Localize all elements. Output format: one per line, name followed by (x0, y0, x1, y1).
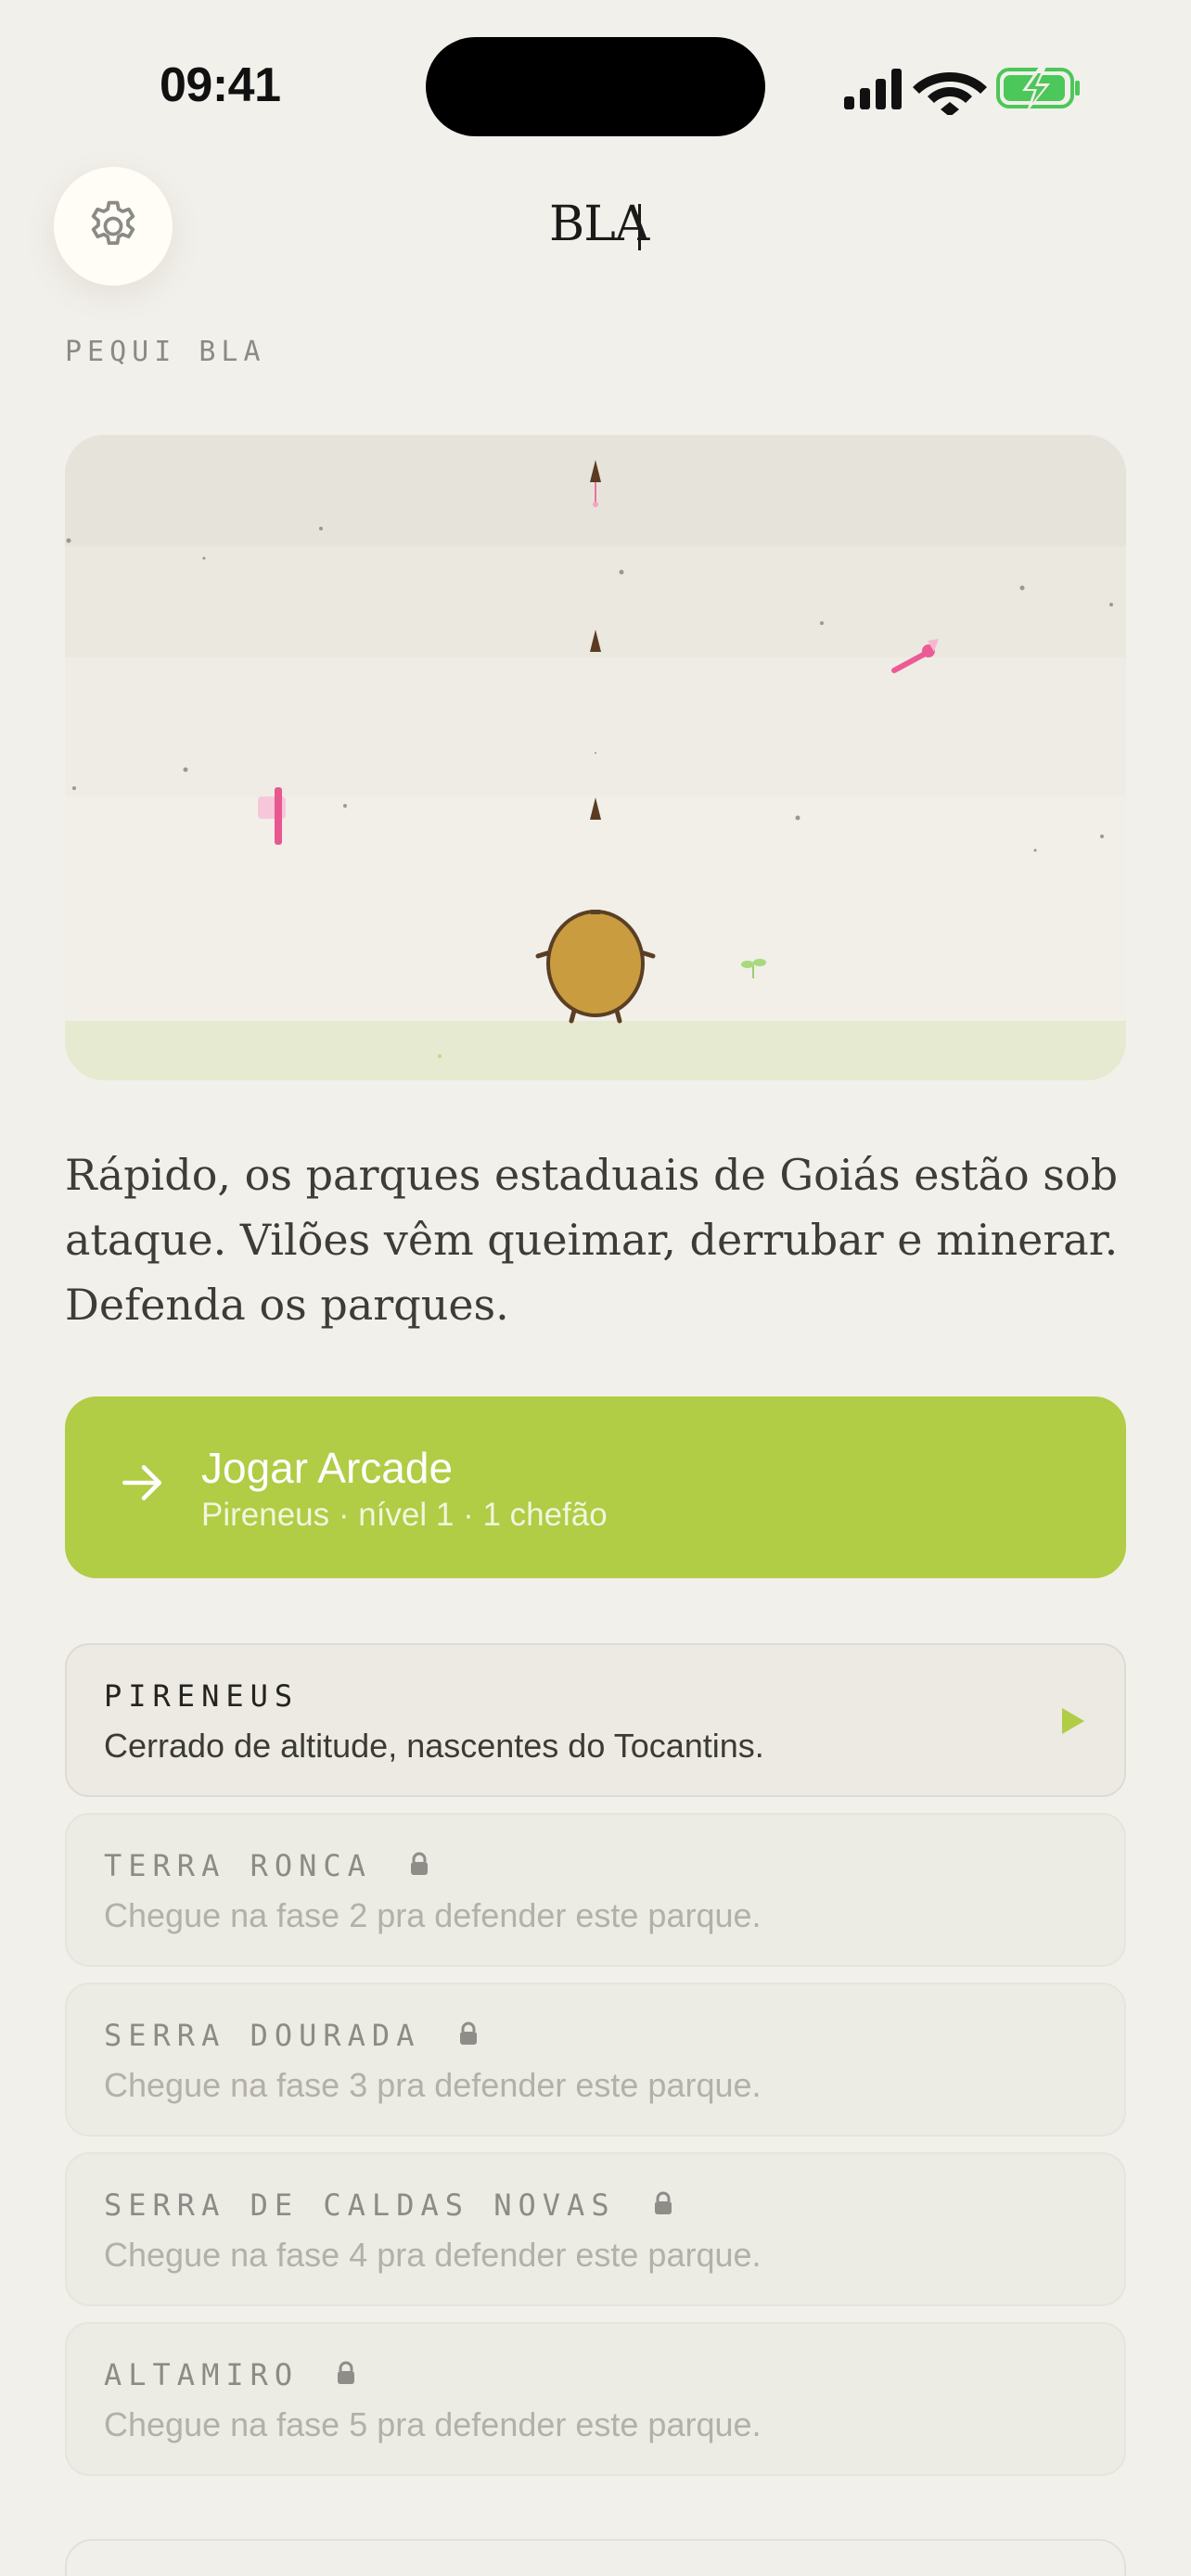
park-name: PIRENEUS (104, 1678, 300, 1714)
gear-icon (91, 200, 135, 245)
intro-text: Rápido, os parques estaduais de Goiás es… (65, 1150, 1119, 1330)
status-icons (842, 61, 1082, 117)
park-name: TERRA RONCA (104, 1848, 372, 1883)
status-time: 09:41 (160, 58, 281, 112)
dynamic-island (426, 37, 765, 136)
battery-charging-icon (996, 68, 1080, 109)
section-label: PEQUI BLA (65, 336, 266, 368)
park-card-serra-de-caldas-novas[interactable]: SERRA DE CALDAS NOVAS Chegue na fase 4 p… (65, 2152, 1126, 2306)
lock-icon (654, 2191, 672, 2214)
park-name-row: SERRA DE CALDAS NOVAS (104, 2187, 673, 2223)
park-description: Chegue na fase 2 pra defender este parqu… (104, 1896, 762, 1934)
park-name-row: SERRA DOURADA (104, 2018, 479, 2053)
app-logo: BLA (549, 197, 649, 252)
settings-button[interactable] (54, 167, 173, 286)
park-name-row: TERRA RONCA (104, 1848, 429, 1883)
park-description: Chegue na fase 4 pra defender este parqu… (104, 2236, 762, 2274)
park-name: SERRA DOURADA (104, 2018, 421, 2053)
lock-icon (338, 2361, 355, 2384)
park-description: Chegue na fase 3 pra defender este parqu… (104, 2066, 762, 2104)
park-description: Cerrado de altitude, nascentes do Tocant… (104, 1727, 764, 1765)
cellular-signal-icon (844, 69, 902, 109)
wifi-icon (913, 72, 987, 117)
park-name: SERRA DE CALDAS NOVAS (104, 2187, 616, 2223)
play-button-title: Jogar Arcade (201, 1444, 454, 1492)
park-card-serra-dourada[interactable]: SERRA DOURADA Chegue na fase 3 pra defen… (65, 1983, 1126, 2136)
next-section-card (65, 2539, 1126, 2576)
park-card-pireneus[interactable]: PIRENEUS Cerrado de altitude, nascentes … (65, 1643, 1126, 1797)
play-button-subtitle: Pireneus · nível 1 · 1 chefão (201, 1497, 608, 1533)
game-preview[interactable] (65, 435, 1126, 1080)
grass-ground (65, 1021, 1126, 1080)
park-description: Chegue na fase 5 pra defender este parqu… (104, 2405, 762, 2443)
lock-icon (411, 1852, 429, 1875)
play-arcade-button[interactable]: Jogar Arcade Pireneus · nível 1 · 1 chef… (65, 1396, 1126, 1578)
arrow-right-icon (122, 1465, 162, 1500)
park-card-terra-ronca[interactable]: TERRA RONCA Chegue na fase 2 pra defende… (65, 1813, 1126, 1967)
park-card-altamiro[interactable]: ALTAMIRO Chegue na fase 5 pra defender e… (65, 2322, 1126, 2476)
lock-icon (459, 2021, 477, 2045)
park-name: ALTAMIRO (104, 2357, 300, 2392)
logo-caret (638, 204, 641, 250)
play-triangle-icon[interactable] (1059, 1706, 1087, 1736)
park-name-row: ALTAMIRO (104, 2357, 356, 2392)
